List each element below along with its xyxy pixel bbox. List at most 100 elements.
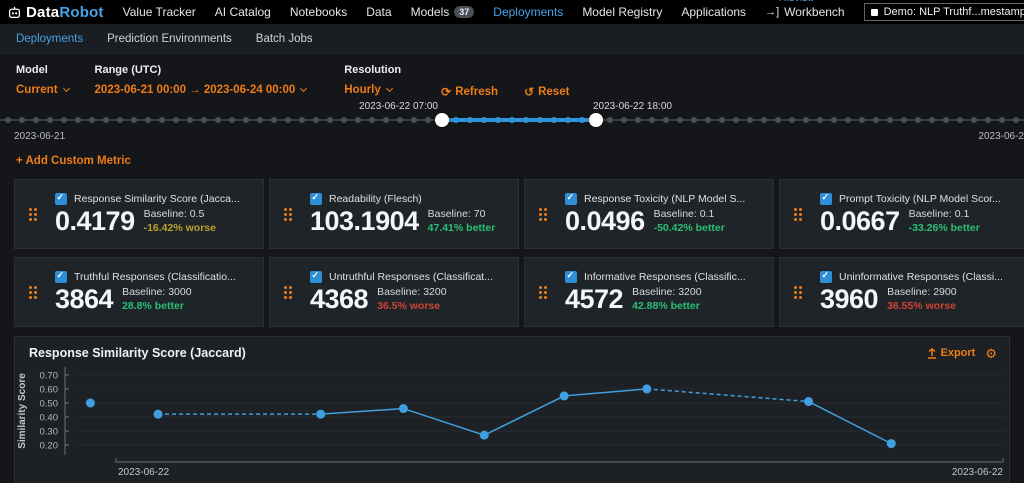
slider-tick-dot: [481, 117, 487, 123]
metric-value: 0.4179: [55, 207, 135, 235]
metric-checkbox[interactable]: [565, 193, 577, 205]
logo-text-1: Data: [26, 4, 59, 21]
drag-handle-icon[interactable]: [284, 208, 292, 221]
metric-card: Truthful Responses (Classificatio... 386…: [14, 257, 264, 327]
svg-text:0.60: 0.60: [40, 384, 59, 395]
gear-icon[interactable]: ⚙: [985, 347, 997, 360]
metric-value: 3960: [820, 285, 878, 313]
resolution-dropdown[interactable]: Hourly: [344, 84, 401, 96]
resolution-label: Resolution: [344, 64, 401, 76]
slider-tick-dot: [117, 117, 123, 123]
drag-handle-icon[interactable]: [539, 286, 547, 299]
top-nav-item-ai-catalog[interactable]: →] AI Catalog: [215, 5, 271, 19]
top-nav-item-applications[interactable]: →] Applications: [681, 5, 746, 19]
slider-tick-dot: [1013, 117, 1019, 123]
top-nav-item-notebooks[interactable]: →] Notebooks: [290, 5, 347, 19]
slider-tick-dot: [187, 117, 193, 123]
slider-tick-dot: [495, 117, 501, 123]
slider-tick-dot: [747, 117, 753, 123]
slider-start-handle[interactable]: [435, 113, 449, 127]
slider-tick-dot: [999, 117, 1005, 123]
slider-tick-dot: [523, 117, 529, 123]
slider-tick-dot: [201, 117, 207, 123]
models-count-badge: 37: [454, 6, 474, 18]
metric-checkbox[interactable]: [820, 193, 832, 205]
metric-delta: -33.26% better: [909, 222, 980, 234]
top-nav-item-model-registry[interactable]: →] Model Registry: [582, 5, 662, 19]
metric-cards-grid: Response Similarity Score (Jacca... 0.41…: [0, 179, 1024, 327]
slider-tick-dot: [327, 117, 333, 123]
reset-button[interactable]: ↺Reset: [524, 85, 569, 99]
drag-handle-icon[interactable]: [284, 286, 292, 299]
project-selector[interactable]: Demo: NLP Truthf...mestamp_long.csv: [864, 3, 1024, 21]
metric-value: 103.1904: [310, 207, 419, 235]
slider-axis-start-label: 2023-06-21: [14, 131, 65, 142]
top-nav-item-deployments[interactable]: →] Deployments: [493, 5, 563, 19]
drag-handle-icon[interactable]: [29, 208, 37, 221]
metric-baseline: Baseline: 0.5: [144, 208, 216, 220]
metric-value: 0.0667: [820, 207, 900, 235]
svg-text:0.20: 0.20: [40, 440, 59, 451]
metric-card: Readability (Flesch) 103.1904 Baseline: …: [269, 179, 519, 249]
slider-tick-dot: [411, 117, 417, 123]
slider-tick-dot: [215, 117, 221, 123]
slider-end-label: 2023-06-22 18:00: [593, 101, 672, 112]
datarobot-logo[interactable]: DataRobot: [8, 4, 104, 21]
slider-end-handle[interactable]: [589, 113, 603, 127]
slider-tick-dot: [985, 117, 991, 123]
slider-tick-dot: [551, 117, 557, 123]
slider-tick-dot: [719, 117, 725, 123]
app-window: DataRobot →] Value Tracker →] AI Catalog…: [0, 0, 1024, 483]
export-button[interactable]: Export: [927, 347, 976, 359]
metric-checkbox[interactable]: [310, 271, 322, 283]
slider-tick-dot: [901, 117, 907, 123]
metric-checkbox[interactable]: [310, 193, 322, 205]
slider-tick-dot: [453, 117, 459, 123]
model-dropdown[interactable]: Current: [16, 84, 69, 96]
metric-checkbox[interactable]: [55, 193, 67, 205]
slider-tick-dot: [565, 117, 571, 123]
drag-handle-icon[interactable]: [29, 286, 37, 299]
chart-title: Response Similarity Score (Jaccard): [29, 346, 246, 360]
workbench-enter-icon: →]: [765, 6, 779, 18]
sub-nav-item-deployments[interactable]: Deployments: [16, 33, 83, 45]
slider-tick-dot: [271, 117, 277, 123]
slider-tick-dot: [89, 117, 95, 123]
metric-value: 3864: [55, 285, 113, 313]
range-dropdown[interactable]: 2023-06-21 00:00 → 2023-06-24 00:00: [95, 84, 307, 96]
top-nav-item-models[interactable]: →] Models 37: [411, 5, 475, 19]
sub-nav-item-prediction-environments[interactable]: Prediction Environments: [107, 33, 232, 45]
sub-nav-item-batch-jobs[interactable]: Batch Jobs: [256, 33, 313, 45]
time-range-slider[interactable]: 2023-06-22 07:002023-06-22 18:002023-06-…: [0, 101, 1024, 145]
metric-checkbox[interactable]: [820, 271, 832, 283]
similarity-chart-panel: Response Similarity Score (Jaccard) Expo…: [14, 336, 1010, 483]
slider-tick-dot: [537, 117, 543, 123]
metric-checkbox[interactable]: [55, 271, 67, 283]
sub-nav: Deployments Prediction Environments Batc…: [0, 24, 1024, 54]
top-nav-item-workbench[interactable]: PREVIEW →] Workbench: [765, 5, 845, 19]
refresh-icon: ⟳: [441, 85, 451, 99]
metric-delta: 36.55% worse: [887, 300, 956, 312]
metric-title: Response Toxicity (NLP Model S...: [584, 193, 745, 205]
metric-baseline: Baseline: 0.1: [909, 208, 980, 220]
drag-handle-icon[interactable]: [794, 286, 802, 299]
slider-tick-dot: [285, 117, 291, 123]
metric-baseline: Baseline: 0.1: [654, 208, 725, 220]
metric-card: Informative Responses (Classific... 4572…: [524, 257, 774, 327]
project-icon: [871, 9, 878, 16]
drag-handle-icon[interactable]: [539, 208, 547, 221]
refresh-button[interactable]: ⟳Refresh: [441, 85, 498, 99]
slider-tick-dot: [355, 117, 361, 123]
drag-handle-icon[interactable]: [794, 208, 802, 221]
slider-tick-dot: [47, 117, 53, 123]
slider-tick-dot: [159, 117, 165, 123]
svg-text:0.70: 0.70: [40, 370, 59, 381]
add-custom-metric-button[interactable]: + Add Custom Metric: [0, 145, 1024, 179]
slider-tick-dot: [929, 117, 935, 123]
top-nav-item-data[interactable]: →] Data: [366, 5, 391, 19]
slider-tick-dot: [257, 117, 263, 123]
metric-checkbox[interactable]: [565, 271, 577, 283]
top-nav-item-value-tracker[interactable]: →] Value Tracker: [123, 5, 196, 19]
slider-tick-dot: [33, 117, 39, 123]
controls-bar: Model Current Range (UTC) 2023-06-21 00:…: [0, 54, 1024, 99]
